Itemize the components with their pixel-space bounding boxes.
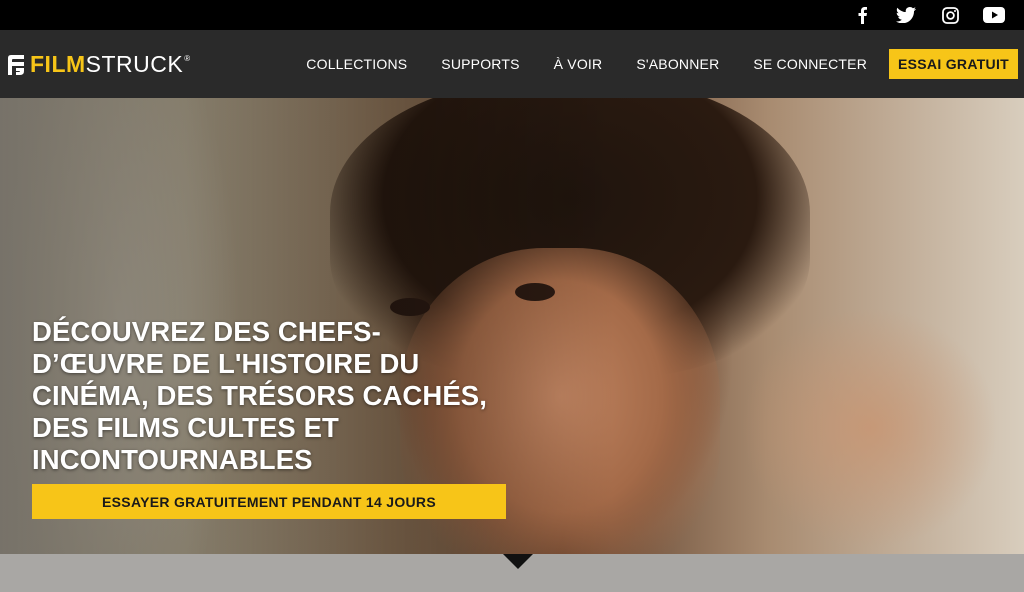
instagram-icon[interactable] (938, 3, 962, 27)
hero-headline-line: DES FILMS CULTES ET (32, 412, 339, 443)
logo-text-struck: STRUCK (85, 51, 184, 77)
main-navbar: FILM STRUCK ® COLLECTIONS SUPPORTS À VOIR … (0, 30, 1024, 98)
section-divider-band (0, 554, 1024, 592)
hero-headline-line: D’ŒUVRE DE L'HISTOIRE DU (32, 348, 420, 379)
free-trial-button[interactable]: ESSAI GRATUIT (889, 49, 1018, 79)
nav-item-se-connecter[interactable]: SE CONNECTER (753, 56, 867, 72)
hero-headline-line: CINÉMA, DES TRÉSORS CACHÉS, (32, 380, 487, 411)
facebook-icon[interactable] (850, 3, 874, 27)
logo-text-film: FILM (30, 51, 86, 77)
nav-item-sabonner[interactable]: S'ABONNER (636, 56, 719, 72)
twitter-icon[interactable] (894, 3, 918, 27)
social-bar (0, 0, 1024, 30)
hero-banner: DÉCOUVREZ DES CHEFS- D’ŒUVRE DE L'HISTOI… (0, 98, 1024, 554)
start-free-trial-button[interactable]: ESSAYER GRATUITEMENT PENDANT 14 JOURS (32, 484, 506, 519)
nav-item-supports[interactable]: SUPPORTS (441, 56, 519, 72)
youtube-icon[interactable] (982, 3, 1006, 27)
hero-headline-line: DÉCOUVREZ DES CHEFS- (32, 316, 381, 347)
hero-headline: DÉCOUVREZ DES CHEFS- D’ŒUVRE DE L'HISTOI… (32, 316, 552, 476)
nav-item-a-voir[interactable]: À VOIR (554, 56, 603, 72)
nav-menu: COLLECTIONS SUPPORTS À VOIR S'ABONNER SE… (272, 30, 1018, 98)
filmstruck-logo[interactable]: FILM STRUCK ® (6, 51, 190, 78)
filmstruck-logo-mark-icon (8, 54, 24, 75)
down-arrow-pointer-icon (503, 554, 533, 569)
nav-item-collections[interactable]: COLLECTIONS (306, 56, 407, 72)
logo-trademark: ® (184, 54, 191, 63)
hero-headline-line: INCONTOURNABLES (32, 444, 313, 475)
